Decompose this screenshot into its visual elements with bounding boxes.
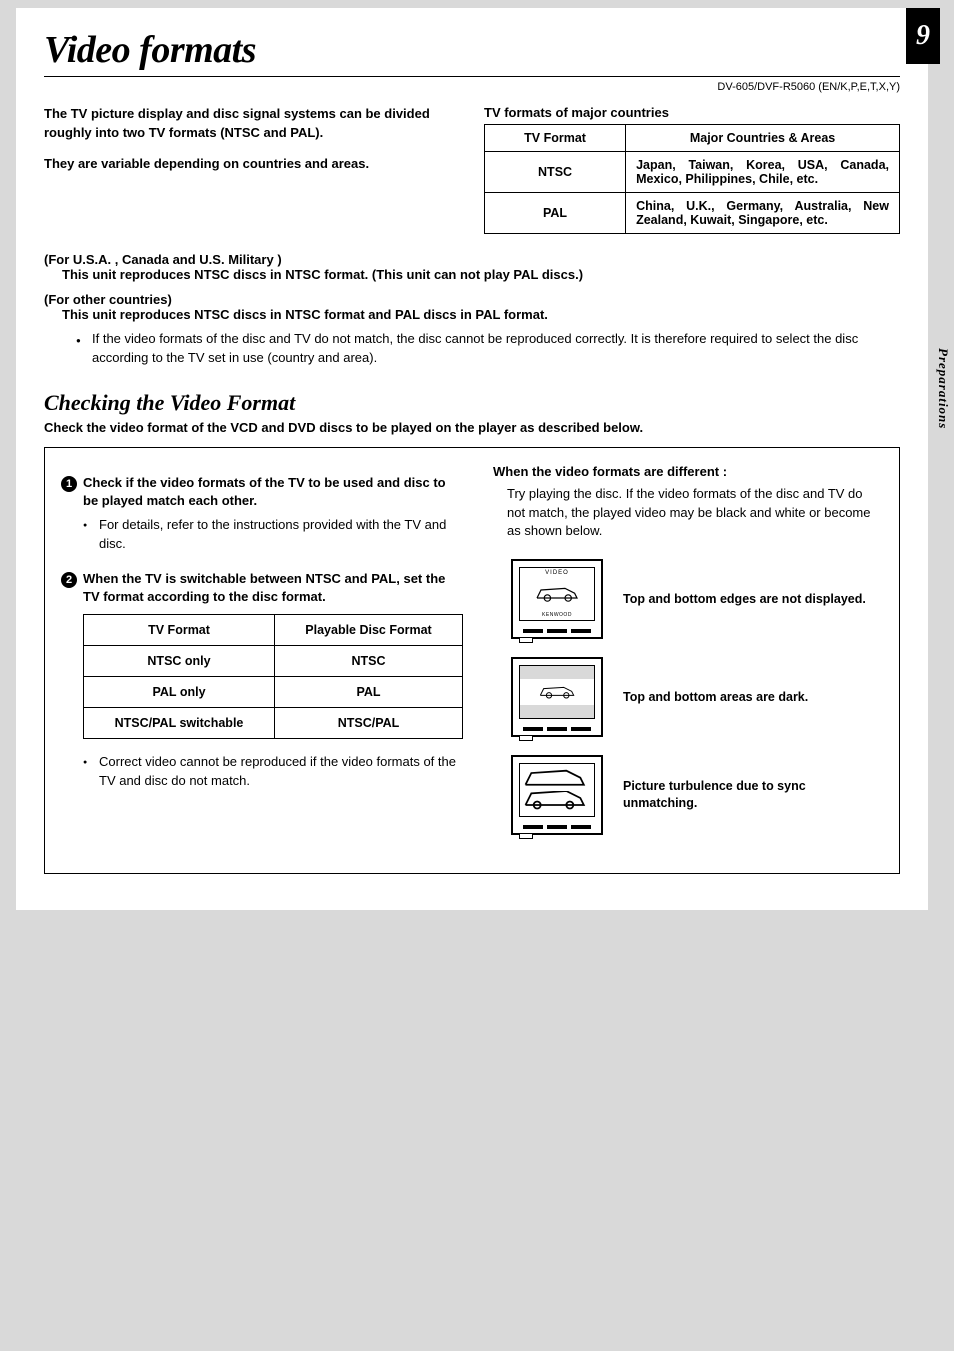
mismatch-item-3: Picture turbulence due to sync unmatchin… bbox=[511, 755, 883, 835]
formats-table-caption: TV formats of major countries bbox=[484, 105, 900, 120]
step-1-text: Check if the video formats of the TV to … bbox=[83, 474, 463, 510]
tv-icon: VIDEO KENWOOD bbox=[511, 559, 603, 639]
model-line: DV-605/DVF-R5060 (EN/K,P,E,T,X,Y) bbox=[44, 81, 900, 93]
step-1: 1 Check if the video formats of the TV t… bbox=[61, 474, 463, 510]
step-2-badge: 2 bbox=[61, 572, 77, 588]
subheading: Checking the Video Format bbox=[44, 390, 900, 416]
intro-text-col: The TV picture display and disc signal s… bbox=[44, 105, 460, 234]
playable-cell: NTSC only bbox=[84, 646, 275, 677]
region2-header: (For other countries) bbox=[44, 292, 900, 307]
playable-cell: NTSC/PAL bbox=[275, 708, 463, 739]
formats-th-countries: Major Countries & Areas bbox=[626, 125, 900, 152]
step-1-sublist: For details, refer to the instructions p… bbox=[83, 516, 463, 554]
playable-th-tv: TV Format bbox=[84, 615, 275, 646]
title-rule bbox=[44, 76, 900, 77]
manual-page: 9 Preparations Video formats DV-605/DVF-… bbox=[16, 8, 928, 910]
intro-row: The TV picture display and disc signal s… bbox=[44, 105, 900, 234]
step-1-badge: 1 bbox=[61, 476, 77, 492]
playable-cell: NTSC bbox=[275, 646, 463, 677]
step-1-bullet: For details, refer to the instructions p… bbox=[83, 516, 463, 554]
formats-cell: China, U.K., Germany, Australia, New Zea… bbox=[626, 193, 900, 234]
left-note-list: Correct video cannot be reproduced if th… bbox=[83, 753, 463, 791]
instruction-box: 1 Check if the video formats of the TV t… bbox=[44, 447, 900, 875]
box-right-col: When the video formats are different : T… bbox=[487, 464, 883, 854]
note-bullet: If the video formats of the disc and TV … bbox=[76, 330, 900, 368]
formats-cell: Japan, Taiwan, Korea, USA, Canada, Mexic… bbox=[626, 152, 900, 193]
section-side-tab: Preparations bbox=[935, 348, 951, 429]
note-list: If the video formats of the disc and TV … bbox=[76, 330, 900, 368]
left-note: Correct video cannot be reproduced if th… bbox=[83, 753, 463, 791]
tv-screen-sync-icon bbox=[519, 763, 595, 817]
page-title: Video formats bbox=[44, 28, 900, 72]
subhead-desc: Check the video format of the VCD and DV… bbox=[44, 420, 900, 435]
region-block-2: (For other countries) This unit reproduc… bbox=[44, 292, 900, 322]
playable-th-disc: Playable Disc Format bbox=[275, 615, 463, 646]
tv-icon bbox=[511, 755, 603, 835]
playable-cell: NTSC/PAL switchable bbox=[84, 708, 275, 739]
tv-screen-letterbox-icon bbox=[519, 665, 595, 719]
video-label: VIDEO bbox=[520, 570, 594, 576]
step-2: 2 When the TV is switchable between NTSC… bbox=[61, 570, 463, 606]
tv-icon bbox=[511, 657, 603, 737]
formats-table-col: TV formats of major countries TV Format … bbox=[484, 105, 900, 234]
step-2-text: When the TV is switchable between NTSC a… bbox=[83, 570, 463, 606]
right-heading: When the video formats are different : bbox=[493, 464, 883, 479]
box-left-col: 1 Check if the video formats of the TV t… bbox=[61, 464, 463, 854]
mismatch-text-3: Picture turbulence due to sync unmatchin… bbox=[623, 778, 883, 812]
formats-table: TV Format Major Countries & Areas NTSC J… bbox=[484, 124, 900, 234]
playable-cell: PAL only bbox=[84, 677, 275, 708]
region-block-1: (For U.S.A. , Canada and U.S. Military )… bbox=[44, 252, 900, 282]
right-desc: Try playing the disc. If the video forma… bbox=[507, 485, 883, 542]
formats-th-format: TV Format bbox=[485, 125, 626, 152]
playable-cell: PAL bbox=[275, 677, 463, 708]
brand-label: KENWOOD bbox=[520, 612, 594, 618]
page-number-badge: 9 bbox=[906, 8, 940, 64]
mismatch-item-2: Top and bottom areas are dark. bbox=[511, 657, 883, 737]
formats-cell: NTSC bbox=[485, 152, 626, 193]
playable-table: TV Format Playable Disc Format NTSC only… bbox=[83, 614, 463, 739]
region1-header: (For U.S.A. , Canada and U.S. Military ) bbox=[44, 252, 900, 267]
tv-screen-crop-icon: VIDEO KENWOOD bbox=[519, 567, 595, 621]
mismatch-text-2: Top and bottom areas are dark. bbox=[623, 689, 808, 706]
formats-cell: PAL bbox=[485, 193, 626, 234]
mismatch-item-1: VIDEO KENWOOD Top and bottom edges are n… bbox=[511, 559, 883, 639]
region1-body: This unit reproduces NTSC discs in NTSC … bbox=[62, 267, 900, 282]
intro-p2: They are variable depending on countries… bbox=[44, 155, 460, 174]
region2-body: This unit reproduces NTSC discs in NTSC … bbox=[62, 307, 900, 322]
mismatch-text-1: Top and bottom edges are not displayed. bbox=[623, 591, 866, 608]
intro-p1: The TV picture display and disc signal s… bbox=[44, 105, 460, 143]
box-columns: 1 Check if the video formats of the TV t… bbox=[61, 464, 883, 854]
